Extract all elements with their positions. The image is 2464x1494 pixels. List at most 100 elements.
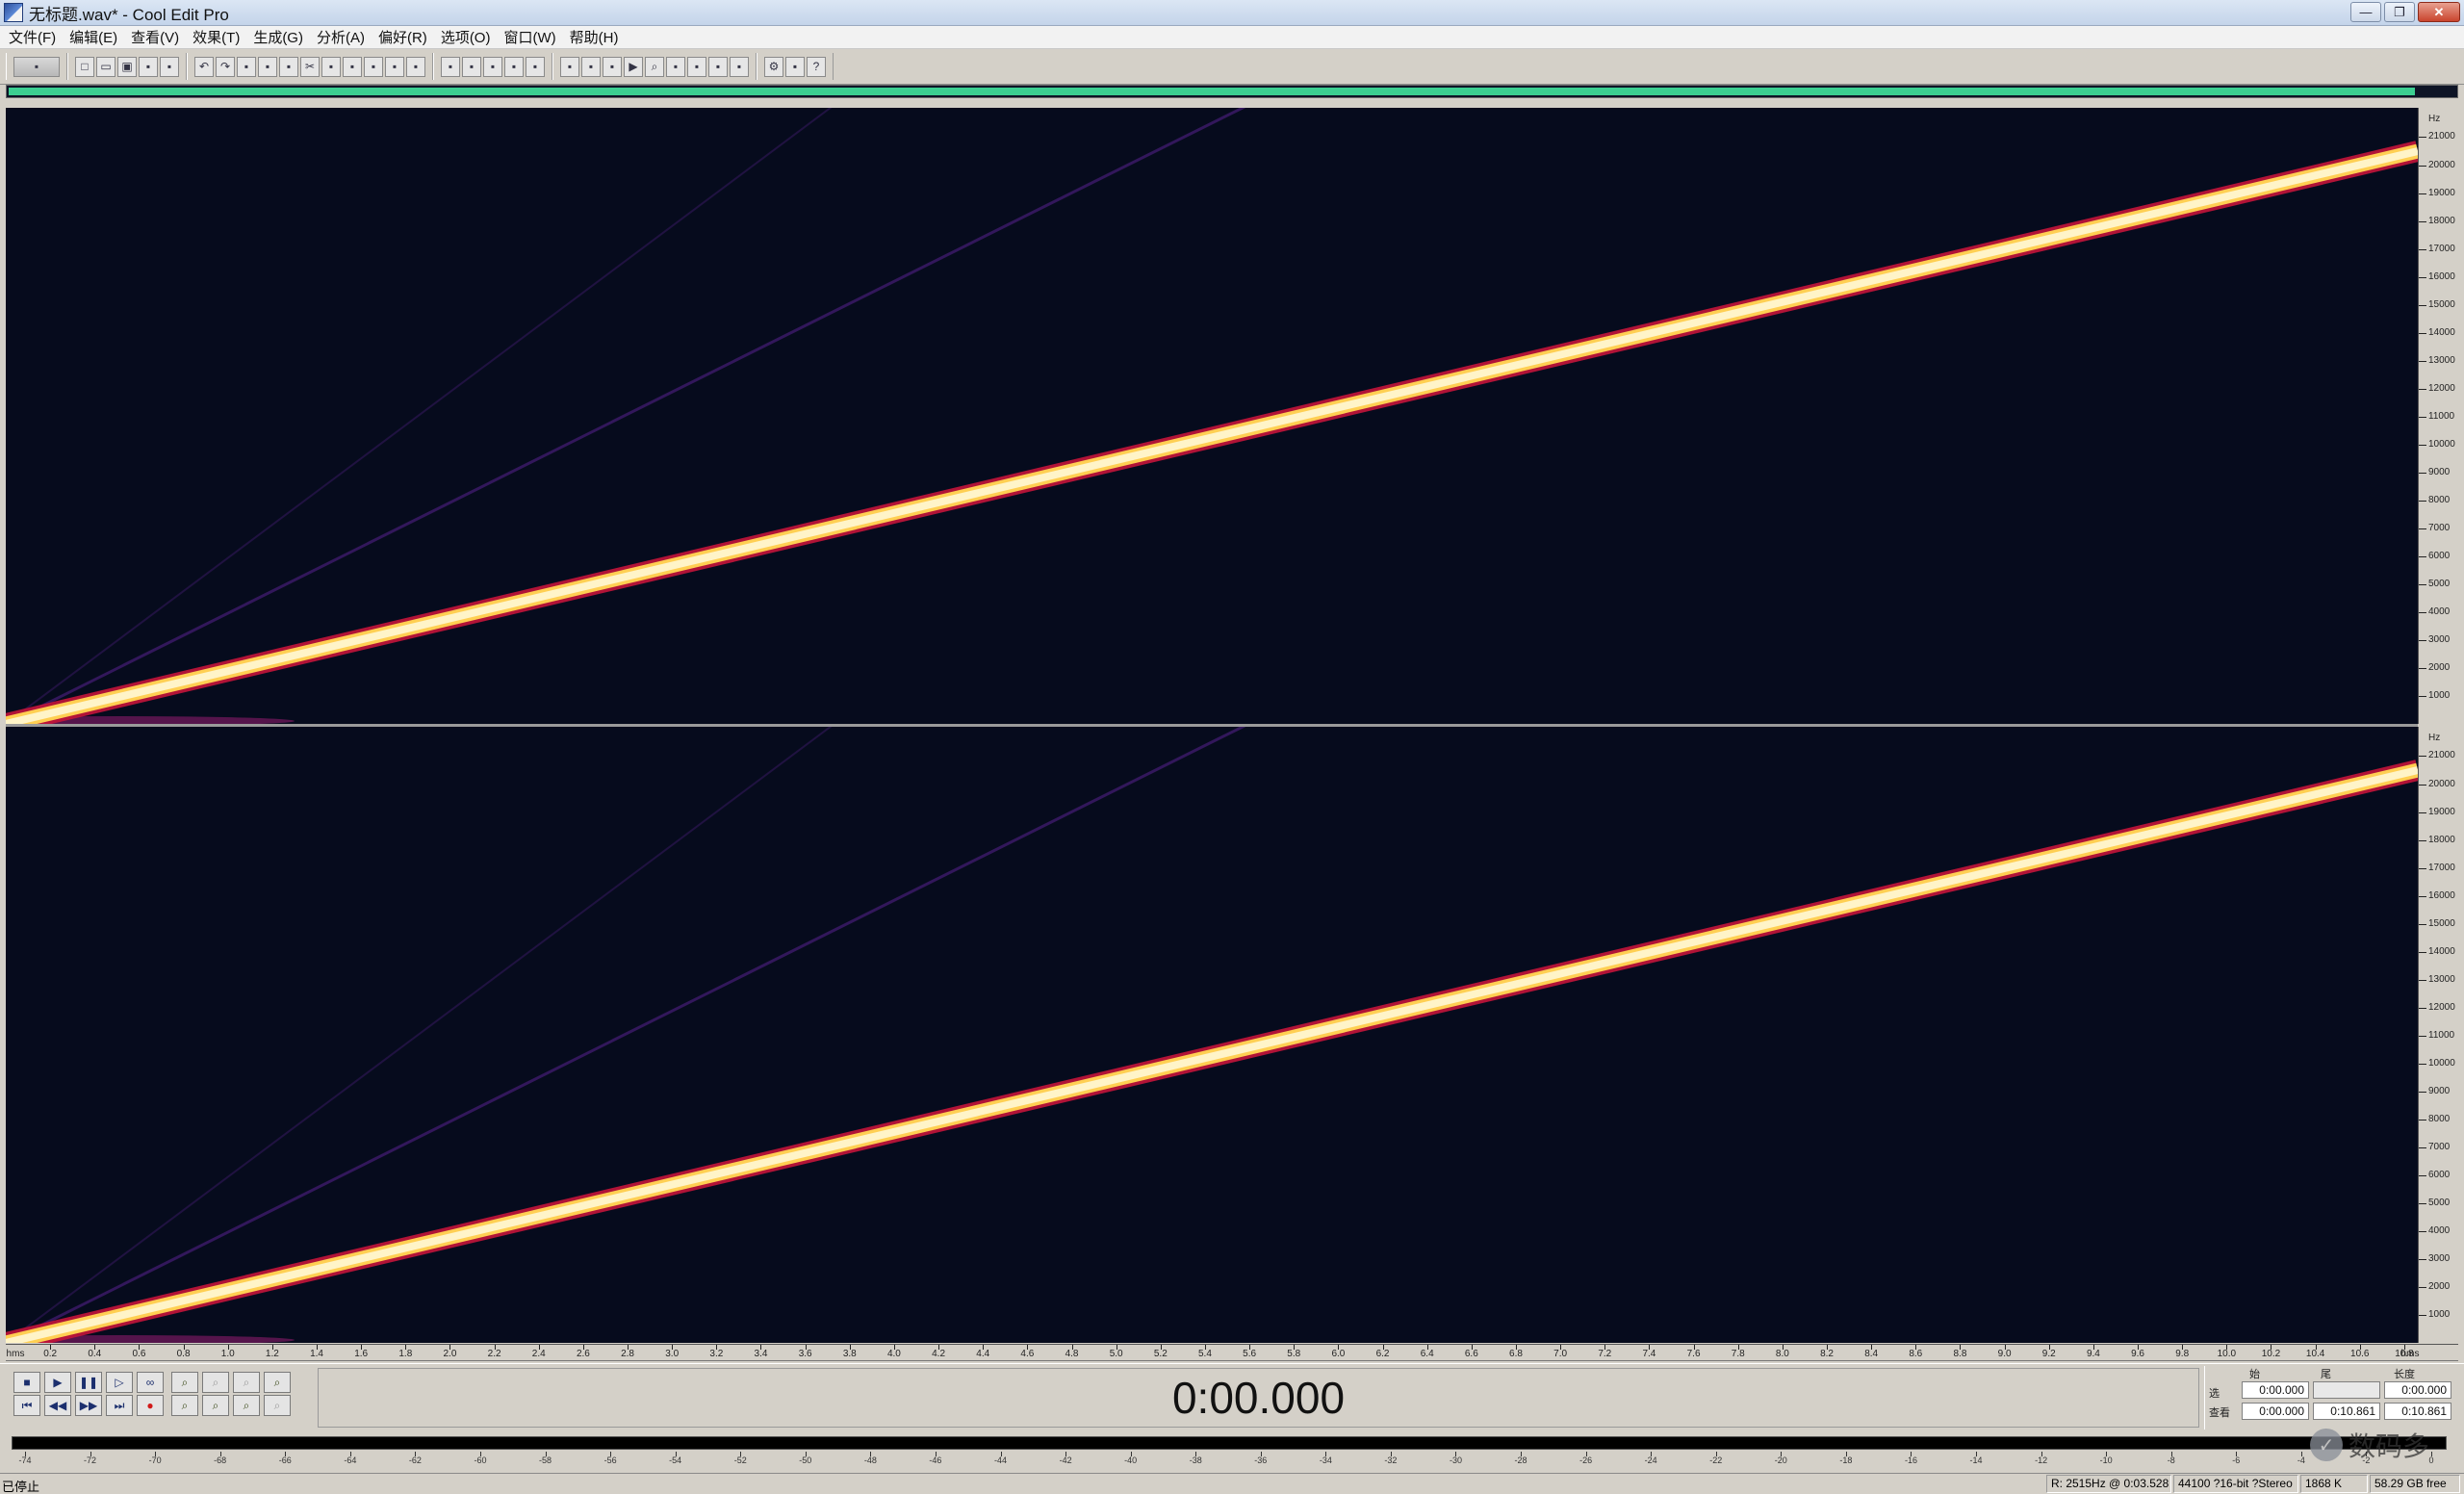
- cue-icon[interactable]: ▪: [687, 56, 706, 77]
- open-file-icon[interactable]: ▭: [96, 56, 116, 77]
- meter-label: -10: [2099, 1455, 2113, 1465]
- snap-icon[interactable]: ▪: [483, 56, 502, 77]
- minimize-button[interactable]: —: [2350, 2, 2381, 22]
- zoom-out-vertical-icon[interactable]: ⌕: [233, 1395, 260, 1416]
- play-icon[interactable]: ▶: [624, 56, 643, 77]
- marker-icon[interactable]: ▪: [708, 56, 728, 77]
- left-channel-sweep-layer-2: [6, 147, 2418, 724]
- menu-item-8[interactable]: 窗口(W): [499, 27, 560, 47]
- freq-left-label: 9000: [2428, 466, 2451, 477]
- freq-left-tick: [2419, 667, 2426, 669]
- freq-right-label: 4000: [2428, 1224, 2451, 1236]
- menu-item-5[interactable]: 分析(A): [312, 27, 370, 47]
- zoom-right-icon[interactable]: ⌕: [264, 1395, 291, 1416]
- selection-length-field[interactable]: 0:00.000: [2384, 1381, 2451, 1399]
- freq-left-label: 16000: [2428, 270, 2455, 282]
- selection-end-field[interactable]: [2313, 1381, 2380, 1399]
- redo-icon[interactable]: ↷: [216, 56, 235, 77]
- zoom-full-icon[interactable]: ⌕: [233, 1372, 260, 1393]
- freq-right-tick: [2419, 1286, 2426, 1288]
- properties-icon[interactable]: ▪: [581, 56, 601, 77]
- record-mode-icon[interactable]: ▪: [526, 56, 545, 77]
- frequency-ruler-left[interactable]: Hz 21000 20000 19000 18000 17000 16000 15000 140…: [2418, 108, 2458, 724]
- zoom-left-icon[interactable]: ⌕: [171, 1395, 198, 1416]
- paste-new-icon[interactable]: ▪: [385, 56, 404, 77]
- spectral-view-icon[interactable]: ▪: [441, 56, 460, 77]
- waveform-view-icon[interactable]: ▪: [462, 56, 481, 77]
- play-icon[interactable]: ▶: [44, 1372, 71, 1393]
- edit-icon[interactable]: ▪: [785, 56, 805, 77]
- undo-icon[interactable]: ↶: [194, 56, 214, 77]
- spectral-view-right-channel[interactable]: [6, 727, 2418, 1343]
- save-file-icon[interactable]: ▣: [117, 56, 137, 77]
- selection-row-label: 选: [2209, 1388, 2220, 1400]
- grid-icon[interactable]: ▪: [504, 56, 524, 77]
- freq-left-label: 2000: [2428, 661, 2451, 673]
- zoom-in-vertical-icon[interactable]: ⌕: [202, 1395, 229, 1416]
- zoom-selection-icon[interactable]: ⌕: [264, 1372, 291, 1393]
- cool-edit-app-icon[interactable]: [4, 3, 23, 22]
- level-meter-bar: [12, 1436, 2447, 1450]
- new-file-icon[interactable]: □: [75, 56, 94, 77]
- save-as-icon[interactable]: ▪: [139, 56, 158, 77]
- frequency-analysis-icon[interactable]: ▪: [603, 56, 622, 77]
- pause-icon[interactable]: ❚❚: [75, 1372, 102, 1393]
- title-bar[interactable]: 无标题.wav* - Cool Edit Pro — ❐ ✕: [0, 0, 2464, 26]
- go-to-start-icon[interactable]: ⏮: [13, 1395, 40, 1416]
- zoom-out-horizontal-icon[interactable]: ⌕: [202, 1372, 229, 1393]
- menu-item-7[interactable]: 选项(O): [436, 27, 496, 47]
- settings-icon[interactable]: ⚙: [764, 56, 783, 77]
- freq-right-tick: [2419, 923, 2426, 925]
- info-icon[interactable]: ▪: [560, 56, 579, 77]
- view-begin-field[interactable]: 0:00.000: [2242, 1403, 2309, 1420]
- go-to-end-icon[interactable]: ⏭: [106, 1395, 133, 1416]
- zoom-in-horizontal-icon[interactable]: ⌕: [171, 1372, 198, 1393]
- fast-forward-icon[interactable]: ▶▶: [75, 1395, 102, 1416]
- repeat-icon[interactable]: ▪: [237, 56, 256, 77]
- view-end-field[interactable]: 0:10.861: [2313, 1403, 2380, 1420]
- close-file-icon[interactable]: ▪: [160, 56, 179, 77]
- frequency-ruler-right[interactable]: Hz 21000 20000 19000 18000 17000 16000 15000 140…: [2418, 727, 2458, 1343]
- loop-icon[interactable]: ∞: [137, 1372, 164, 1393]
- mix-paste-icon[interactable]: ▪: [343, 56, 362, 77]
- time-label: 5.0: [1109, 1349, 1123, 1359]
- overview-visible-range[interactable]: [9, 88, 2415, 95]
- menu-item-3[interactable]: 效果(T): [188, 27, 244, 47]
- record-icon[interactable]: ●: [137, 1395, 164, 1416]
- help-icon[interactable]: ?: [807, 56, 826, 77]
- view-length-field[interactable]: 0:10.861: [2384, 1403, 2451, 1420]
- multitrack-switch-icon[interactable]: ▪: [13, 56, 60, 77]
- time-ruler[interactable]: hms hms 0.2 0.4 0.6 0.8 1.0 1.2 1.4 1.6 1.8 2.0 2.2 2…: [6, 1344, 2458, 1361]
- close-button[interactable]: ✕: [2418, 2, 2460, 22]
- current-time: 0:00.000: [1171, 1373, 1346, 1423]
- meter-label: -4: [2297, 1455, 2305, 1465]
- stop-icon[interactable]: ■: [13, 1372, 40, 1393]
- freq-right-tick: [2419, 811, 2426, 813]
- cut-icon[interactable]: ✂: [300, 56, 320, 77]
- menu-item-4[interactable]: 生成(G): [248, 27, 308, 47]
- menu-item-0[interactable]: 文件(F): [4, 27, 61, 47]
- trim-icon[interactable]: ▪: [321, 56, 341, 77]
- list-icon[interactable]: ▪: [730, 56, 749, 77]
- freq-left-tick: [2419, 193, 2426, 194]
- menu-item-6[interactable]: 偏好(R): [373, 27, 432, 47]
- play-to-end-icon[interactable]: ▷: [106, 1372, 133, 1393]
- menu-item-1[interactable]: 编辑(E): [64, 27, 122, 47]
- paste-icon[interactable]: ▪: [364, 56, 383, 77]
- meter-label: -50: [799, 1455, 812, 1465]
- copy-new-icon[interactable]: ▪: [279, 56, 298, 77]
- loop-icon[interactable]: ▪: [666, 56, 685, 77]
- selection-begin-field[interactable]: 0:00.000: [2242, 1381, 2309, 1399]
- time-label: 4.6: [1020, 1349, 1035, 1359]
- restore-button[interactable]: ❐: [2384, 2, 2415, 22]
- zoom-icon[interactable]: ⌕: [645, 56, 664, 77]
- overview-bar[interactable]: [6, 85, 2458, 98]
- copy-icon[interactable]: ▪: [258, 56, 277, 77]
- menu-item-2[interactable]: 查看(V): [126, 27, 184, 47]
- menu-item-9[interactable]: 帮助(H): [565, 27, 624, 47]
- spectral-view-left-channel[interactable]: [6, 108, 2418, 724]
- status-bar: 已停止 R: 2515Hz @ 0:03.528 44100 ?16-bit ?…: [0, 1473, 2464, 1494]
- time-label: 7.2: [1598, 1349, 1612, 1359]
- cdplayer-icon[interactable]: ▪: [406, 56, 425, 77]
- rewind-icon[interactable]: ◀◀: [44, 1395, 71, 1416]
